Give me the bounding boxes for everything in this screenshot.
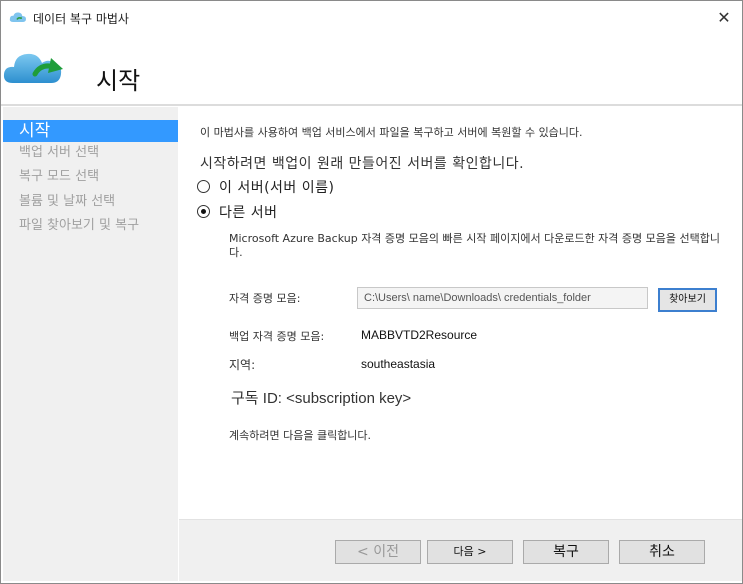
wizard-steps-nav: 시작 백업 서버 선택 복구 모드 선택 볼륨 및 날짜 선택 파일 찾아보기 … [3,107,178,581]
cancel-button[interactable]: 취소 [619,540,705,564]
wizard-footer: < 이전 다음 > 복구 취소 [179,519,742,581]
browse-button[interactable]: 찾아보기 [658,288,717,312]
nav-item-start[interactable]: 시작 [3,120,178,142]
page-title: 시작 [96,67,141,95]
header-divider [1,104,742,106]
cloud-refresh-icon [9,12,27,22]
continue-instruction: 계속하려면 다음을 클릭합니다. [229,429,372,442]
title-bar: 데이터 복구 마법사 ✕ [1,1,742,35]
nav-item-select-recovery-mode[interactable]: 복구 모드 선택 [3,166,178,188]
cloud-arrow-icon [3,53,63,83]
nav-item-select-volume-date[interactable]: 볼륨 및 날짜 선택 [3,191,178,213]
nav-item-select-backup-server[interactable]: 백업 서버 선택 [3,142,178,164]
window-title: 데이터 복구 마법사 [33,12,129,26]
nav-item-browse-recover-files[interactable]: 파일 찾아보기 및 복구 [3,215,178,237]
another-server-label[interactable]: 다른 서버 [219,202,277,222]
vault-description: Microsoft Azure Backup 자격 증명 모음의 빠른 시작 페… [229,232,720,259]
another-server-radio[interactable] [197,205,210,218]
subscription-label-ko: 구독 [231,389,259,407]
recover-button[interactable]: 복구 [523,540,609,564]
backup-vault-value: MABBVTD2Resource [361,328,478,342]
wizard-content: 이 마법사를 사용하여 백업 서비스에서 파일을 복구하고 서버에 복원할 수 … [179,107,742,519]
credentials-label: 자격 증명 모음: [229,292,301,305]
this-server-label[interactable]: 이 서버(서버 이름) [219,177,334,197]
close-icon[interactable]: ✕ [711,5,737,31]
this-server-radio[interactable] [197,180,210,193]
wizard-header: 시작 [1,35,742,103]
intro-text: 이 마법사를 사용하여 백업 서비스에서 파일을 복구하고 서버에 복원할 수 … [200,126,583,139]
region-value: southeastasia [361,357,436,371]
confirm-prompt: 시작하려면 백업이 원래 만들어진 서버를 확인합니다. [200,156,525,172]
subscription-label-rest: ID: <subscription key> [258,390,412,407]
region-label: 지역: [229,358,256,372]
backup-vault-label: 백업 자격 증명 모음: [229,330,325,343]
credentials-path-input[interactable]: C:\Users\ name\Downloads\ credentials_fo… [357,287,648,309]
recovery-wizard-window: 데이터 복구 마법사 ✕ 시작 시작 백업 서버 선택 복구 모드 선택 볼륨 … [0,0,743,584]
next-button[interactable]: 다음 > [427,540,513,564]
previous-button[interactable]: < 이전 [335,540,421,564]
subscription-id: 구독 ID: <subscription key> [231,387,411,408]
